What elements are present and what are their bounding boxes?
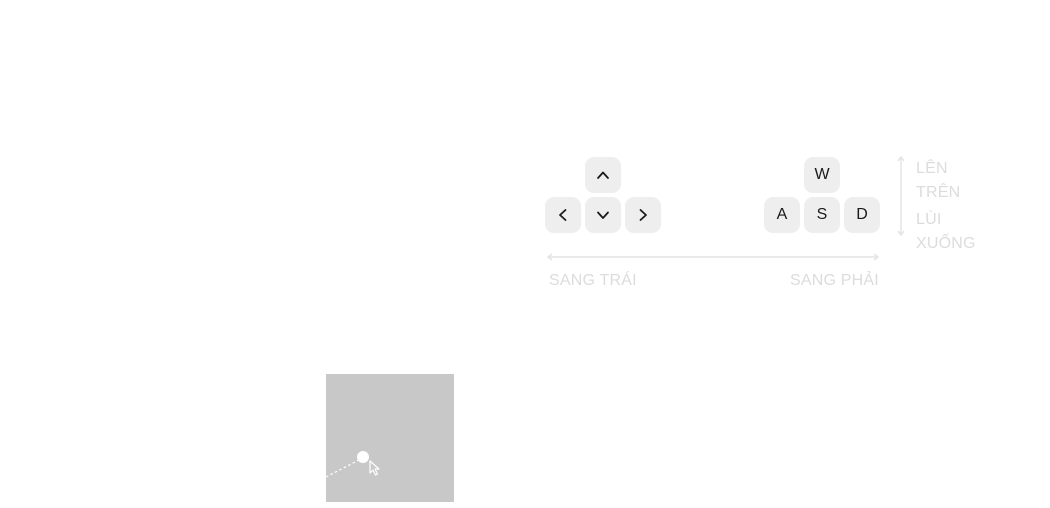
cursor-arrow-icon bbox=[369, 460, 380, 476]
chevron-up-icon bbox=[597, 171, 609, 179]
chevron-left-icon bbox=[559, 209, 567, 221]
drag-handle-dot bbox=[357, 451, 369, 463]
right-label: SANG PHẢI bbox=[790, 272, 879, 289]
s-key[interactable]: S bbox=[804, 197, 840, 233]
game-stage: W A S D SANG TRÁI SANG PHẢI LÊN TRÊN LÙI… bbox=[0, 0, 1050, 508]
arrow-left-key[interactable] bbox=[545, 197, 581, 233]
arrow-up-key[interactable] bbox=[585, 157, 621, 193]
left-label: SANG TRÁI bbox=[549, 272, 637, 289]
up-label-line2: TRÊN bbox=[916, 184, 961, 201]
up-label-line1: LÊN bbox=[916, 160, 948, 177]
down-label-line2: XUỐNG bbox=[916, 235, 976, 252]
mouse-look-area[interactable] bbox=[326, 374, 454, 502]
chevron-right-icon bbox=[639, 209, 647, 221]
mouse-look-hint bbox=[326, 451, 380, 478]
a-key[interactable]: A bbox=[764, 197, 800, 233]
d-key[interactable]: D bbox=[844, 197, 880, 233]
arrow-right-key[interactable] bbox=[625, 197, 661, 233]
vertical-hint-arrow bbox=[897, 156, 905, 236]
down-label-line1: LÙI bbox=[916, 211, 942, 228]
w-key[interactable]: W bbox=[804, 157, 840, 193]
horizontal-hint-arrow bbox=[547, 253, 879, 261]
arrow-down-key[interactable] bbox=[585, 197, 621, 233]
chevron-down-icon bbox=[597, 211, 609, 219]
